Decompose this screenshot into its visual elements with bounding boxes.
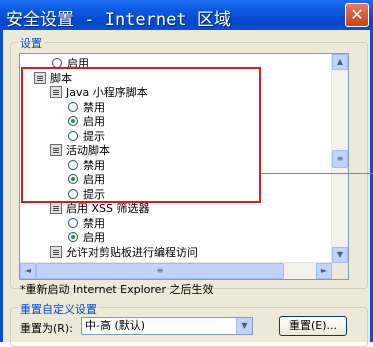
list-item[interactable]: 启用 (52, 56, 89, 70)
list-item: 活动脚本 (50, 143, 110, 157)
scroll-thumb[interactable]: ≡ (332, 150, 348, 168)
reset-to-label: 重置为(R): (20, 322, 73, 335)
radio-button-checked[interactable] (68, 232, 78, 242)
horizontal-scroll-thumb[interactable]: ≡ (36, 263, 284, 279)
scroll-left-button[interactable]: ◄ (20, 263, 36, 279)
list-item[interactable]: 禁用 (68, 158, 105, 172)
radio-button[interactable] (68, 218, 78, 228)
title-bar: 安全设置 - Internet 区域 ✕ (0, 0, 373, 30)
list-item: 允许对剪贴板进行编程访问 (50, 245, 198, 259)
option-label: 启用 (83, 173, 105, 186)
list-item[interactable]: 启用 (68, 230, 105, 244)
grip-icon: ≡ (156, 266, 164, 275)
settings-list[interactable]: 启用 脚本 Java 小程序脚本 禁用 启用 提示 活动脚本 禁用 启用 提示 … (19, 53, 349, 280)
section-label: 启用 XSS 筛选器 (66, 202, 150, 215)
list-item[interactable]: 提示 (68, 129, 105, 143)
list-item[interactable]: 禁用 (68, 216, 105, 230)
restart-note: *重新启动 Internet Explorer 之后生效 (20, 283, 214, 296)
close-button[interactable]: ✕ (345, 3, 369, 27)
reset-button[interactable]: 重置(E)... (279, 316, 347, 336)
scroll-down-button[interactable]: ▼ (332, 247, 348, 263)
scroll-right-button[interactable]: ► (316, 263, 332, 279)
list-item[interactable]: 提示 (68, 187, 105, 201)
radio-button[interactable] (68, 160, 78, 170)
radio-button[interactable] (68, 189, 78, 199)
list-item[interactable]: 启用 (68, 172, 105, 186)
settings-icon (50, 246, 62, 258)
option-label: 启用 (67, 57, 89, 70)
scroll-up-button[interactable]: ▲ (332, 54, 348, 70)
list-item: Java 小程序脚本 (50, 85, 148, 99)
settings-icon (34, 72, 46, 84)
option-label: 启用 (83, 115, 105, 128)
reset-group-label: 重置自定义设置 (18, 301, 99, 317)
radio-button[interactable] (52, 58, 62, 68)
scrollbar-corner (332, 263, 348, 279)
window-title: 安全设置 - Internet 区域 (6, 10, 231, 30)
close-icon[interactable]: ✕ (350, 5, 363, 24)
security-level-select[interactable]: 中-高 (默认) ▼ (81, 317, 253, 335)
settings-icon (50, 86, 62, 98)
list-item: 启用 XSS 筛选器 (50, 201, 150, 215)
settings-icon (50, 202, 62, 214)
vertical-scrollbar[interactable]: ▲ ≡ ▼ (331, 54, 348, 263)
radio-button-checked[interactable] (68, 116, 78, 126)
grip-icon: ≡ (336, 154, 344, 163)
section-label: Java 小程序脚本 (66, 86, 148, 99)
selected-level: 中-高 (默认) (85, 319, 146, 332)
option-label: 启用 (83, 231, 105, 244)
list-item[interactable]: 启用 (68, 114, 105, 128)
list-item[interactable]: 禁用 (68, 100, 105, 114)
radio-button[interactable] (68, 102, 78, 112)
section-label: 活动脚本 (66, 144, 110, 157)
settings-icon (50, 144, 62, 156)
settings-group-label: 设置 (18, 35, 44, 51)
radio-button-checked[interactable] (68, 174, 78, 184)
section-label: 允许对剪贴板进行编程访问 (66, 246, 198, 259)
horizontal-scrollbar[interactable]: ◄ ≡ ► (20, 262, 332, 279)
radio-button[interactable] (68, 131, 78, 141)
list-item: 脚本 (34, 71, 72, 85)
chevron-down-icon[interactable]: ▼ (236, 318, 252, 334)
dialog-client: 设置 启用 脚本 Java 小程序脚本 禁用 启用 提示 活动脚本 禁用 启用 … (0, 30, 373, 347)
